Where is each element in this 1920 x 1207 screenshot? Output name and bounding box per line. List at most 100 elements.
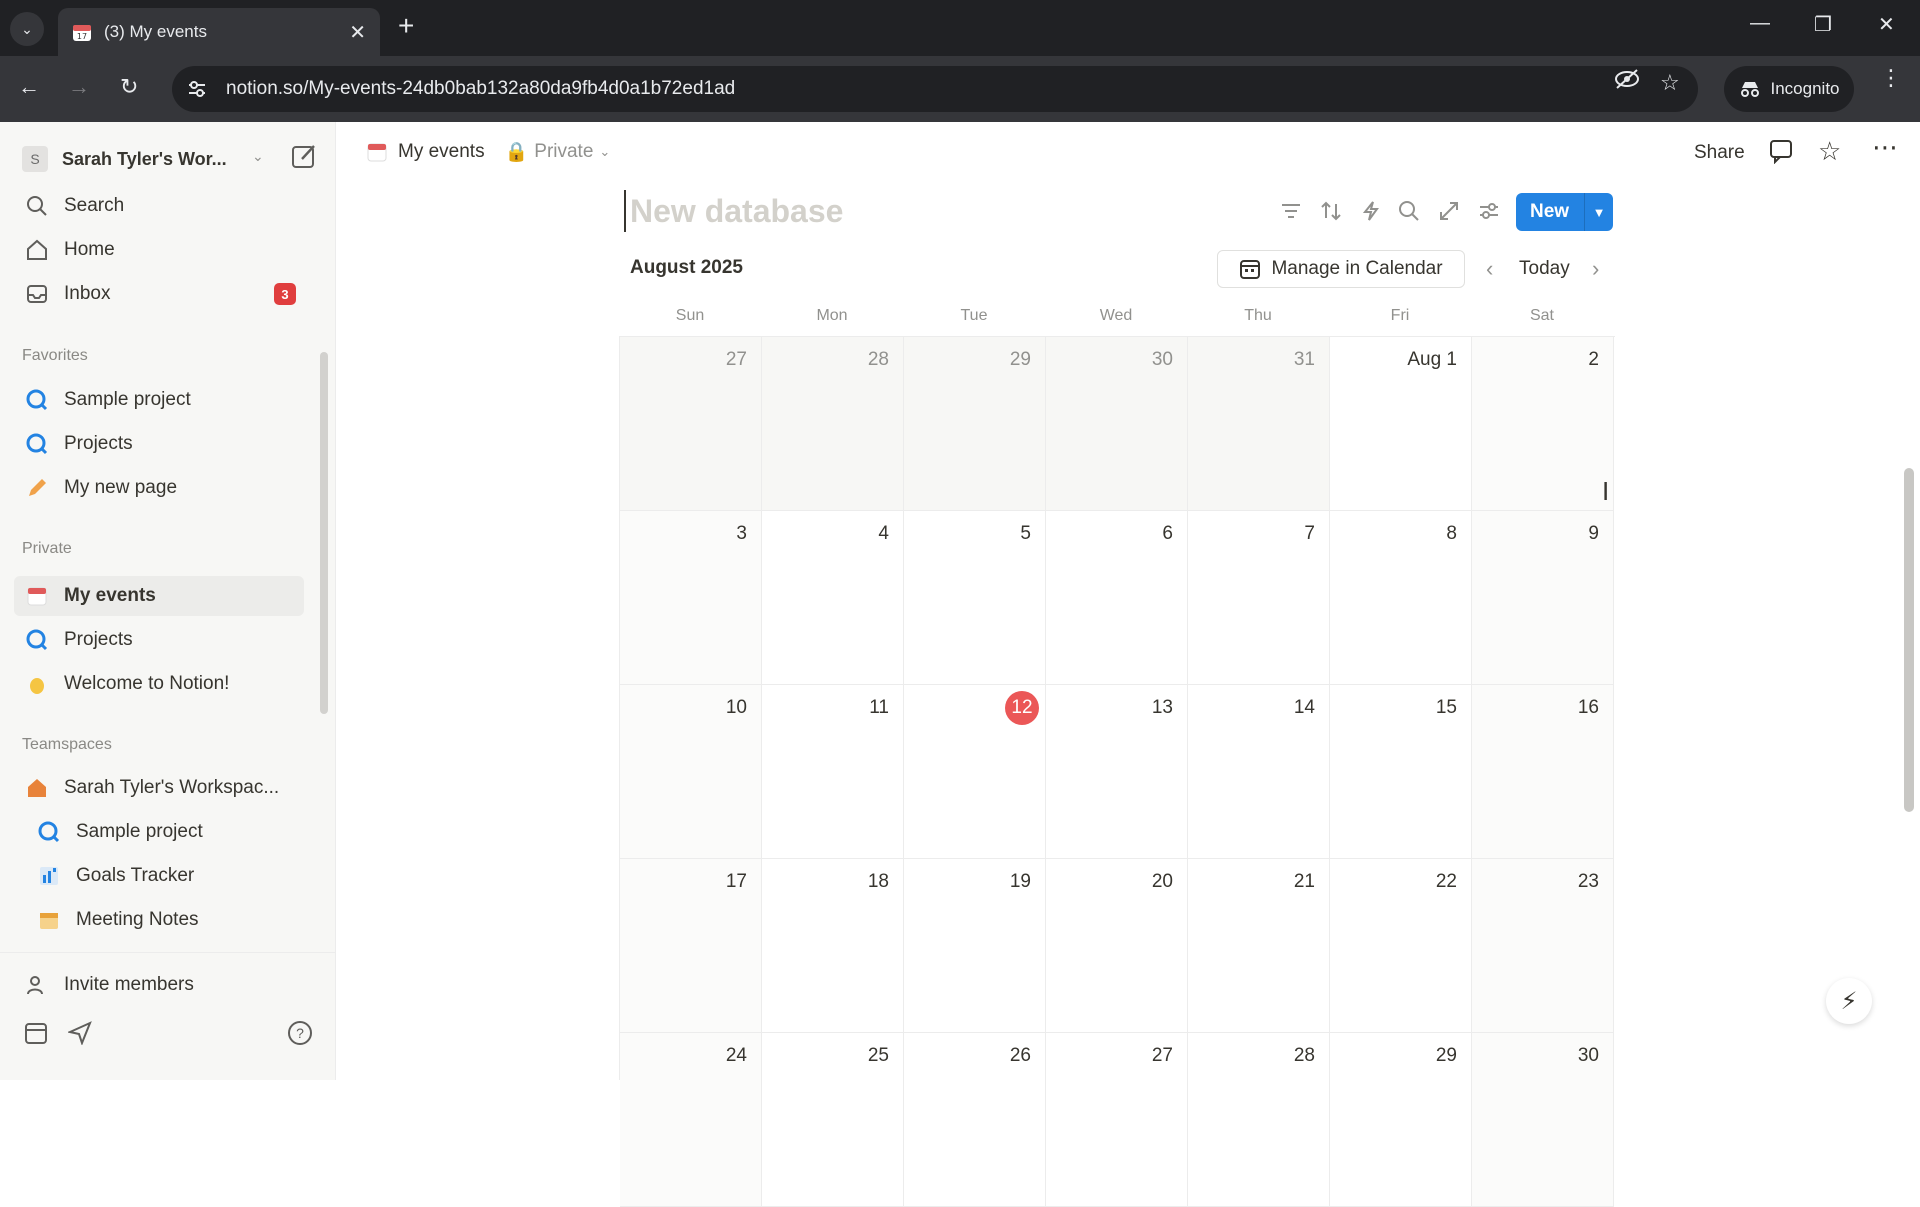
day-number: 4 <box>878 523 889 544</box>
sidebar-item-teamspace[interactable]: Sarah Tyler's Workspac... <box>14 768 304 808</box>
bookmark-star-icon[interactable]: ☆ <box>1660 70 1680 96</box>
browser-menu-icon[interactable]: ⋮ <box>1880 67 1902 89</box>
invite-members-button[interactable]: Invite members <box>14 965 304 1005</box>
workspace-switcher[interactable]: S Sarah Tyler's Wor... <box>22 142 227 176</box>
calendar-day-cell[interactable]: 25 <box>762 1033 904 1207</box>
address-bar[interactable]: notion.so/My-events-24db0bab132a80da9fb4… <box>172 66 1698 112</box>
comment-icon[interactable] <box>1768 138 1794 164</box>
sidebar-item-sample-project[interactable]: Sample project <box>14 380 304 420</box>
incognito-badge[interactable]: Incognito <box>1724 66 1854 112</box>
restore-icon[interactable]: ❐ <box>1814 12 1832 37</box>
back-icon[interactable]: ← <box>18 74 40 100</box>
calendar-day-cell[interactable]: 2 <box>1472 337 1614 511</box>
new-button[interactable]: New ▼ <box>1516 193 1613 231</box>
browser-tab[interactable]: 17 (3) My events ✕ <box>58 8 380 56</box>
calendar-day-cell[interactable]: 15 <box>1330 685 1472 859</box>
sidebar-item-label: Sample project <box>76 821 203 842</box>
calendar-day-cell[interactable]: 30 <box>1046 337 1188 511</box>
more-options-icon[interactable]: ⋯ <box>1872 132 1898 163</box>
share-button[interactable]: Share <box>1694 142 1745 164</box>
page-scrollbar[interactable] <box>1904 468 1914 812</box>
chevron-down-icon[interactable]: ▼ <box>1585 205 1613 220</box>
calendar-day-cell[interactable]: 13 <box>1046 685 1188 859</box>
calendar-day-cell[interactable]: 29 <box>1330 1033 1472 1207</box>
calendar-day-cell[interactable]: 22 <box>1330 859 1472 1033</box>
calendar-day-cell[interactable]: 4 <box>762 511 904 685</box>
calendar-day-cell[interactable]: 21 <box>1188 859 1330 1033</box>
ai-assistant-icon[interactable]: ⚡ <box>1826 978 1872 1024</box>
help-icon[interactable]: ? <box>288 1021 312 1045</box>
reload-icon[interactable]: ↻ <box>120 74 138 100</box>
sidebar-item-home[interactable]: Home <box>14 230 304 270</box>
day-number: 6 <box>1162 523 1173 544</box>
sidebar-item-projects[interactable]: Projects <box>14 424 304 464</box>
calendar-day-cell[interactable]: 14 <box>1188 685 1330 859</box>
previous-month-icon[interactable]: ‹ <box>1486 256 1493 282</box>
chevron-down-icon[interactable]: ⌄ <box>252 148 264 165</box>
calendar-day-cell[interactable]: 29 <box>904 337 1046 511</box>
sidebar-item-projects-private[interactable]: Projects <box>14 620 304 660</box>
calendar-day-cell[interactable]: 11 <box>762 685 904 859</box>
today-button[interactable]: Today <box>1519 258 1570 280</box>
database-title-input[interactable]: New database <box>624 190 843 232</box>
manage-in-calendar-button[interactable]: Manage in Calendar <box>1217 250 1465 288</box>
calendar-day-cell[interactable]: 10 <box>620 685 762 859</box>
site-settings-icon[interactable] <box>186 78 208 100</box>
calendar-day-cell[interactable]: 9 <box>1472 511 1614 685</box>
sidebar-item-my-events[interactable]: My events <box>14 576 304 616</box>
sidebar-item-welcome[interactable]: Welcome to Notion! <box>14 664 304 704</box>
calendar-day-cell[interactable]: Aug 1 <box>1330 337 1472 511</box>
calendar-day-cell[interactable]: 28 <box>1188 1033 1330 1207</box>
calendar-day-cell[interactable]: 18 <box>762 859 904 1033</box>
calendar-day-cell[interactable]: 30 <box>1472 1033 1614 1207</box>
settings-sliders-icon[interactable] <box>1478 200 1500 222</box>
calendar-app-icon[interactable] <box>24 1021 48 1045</box>
calendar-day-cell[interactable]: 8 <box>1330 511 1472 685</box>
section-heading-private: Private <box>22 540 72 557</box>
sidebar-item-goals-tracker[interactable]: Goals Tracker <box>26 856 306 896</box>
search-icon[interactable] <box>1398 200 1420 222</box>
calendar-day-cell[interactable]: 27 <box>620 337 762 511</box>
new-button-label: New <box>1530 201 1570 222</box>
favorite-star-icon[interactable]: ☆ <box>1818 136 1841 167</box>
minimize-icon[interactable]: — <box>1750 12 1770 35</box>
calendar-day-cell[interactable]: 23 <box>1472 859 1614 1033</box>
sidebar-scrollbar[interactable] <box>320 352 328 714</box>
tab-search-dropdown[interactable]: ⌄ <box>10 12 44 46</box>
calendar-day-cell[interactable]: 16 <box>1472 685 1614 859</box>
calendar-day-cell[interactable]: 20 <box>1046 859 1188 1033</box>
expand-icon[interactable] <box>1438 200 1460 222</box>
privacy-selector[interactable]: 🔒 Private ⌄ <box>505 140 611 164</box>
calendar-day-cell[interactable]: 26 <box>904 1033 1046 1207</box>
calendar-day-cell[interactable]: 28 <box>762 337 904 511</box>
new-page-icon[interactable] <box>290 142 318 170</box>
text-cursor-icon: I <box>1602 476 1610 506</box>
eye-off-icon[interactable] <box>1614 68 1640 90</box>
new-tab-button[interactable]: + <box>398 10 414 42</box>
calendar-day-cell[interactable]: 12 <box>904 685 1046 859</box>
calendar-day-cell[interactable]: 7 <box>1188 511 1330 685</box>
close-window-icon[interactable]: ✕ <box>1878 12 1895 37</box>
sort-icon[interactable] <box>1320 200 1342 222</box>
calendar-day-cell[interactable]: 19 <box>904 859 1046 1033</box>
filter-icon[interactable] <box>1280 200 1302 222</box>
automation-icon[interactable] <box>1360 200 1382 222</box>
sidebar-item-my-new-page[interactable]: My new page <box>14 468 304 508</box>
close-tab-icon[interactable]: ✕ <box>349 20 366 45</box>
next-month-icon[interactable]: › <box>1592 256 1599 282</box>
calendar-day-cell[interactable]: 6 <box>1046 511 1188 685</box>
sidebar-item-meeting-notes[interactable]: Meeting Notes <box>26 900 306 940</box>
breadcrumb[interactable]: My events 🔒 Private ⌄ <box>366 140 610 164</box>
sidebar-item-search[interactable]: Search <box>14 186 304 226</box>
calendar-day-cell[interactable]: 27 <box>1046 1033 1188 1207</box>
calendar-day-cell[interactable]: 3 <box>620 511 762 685</box>
calendar-day-cell[interactable]: 17 <box>620 859 762 1033</box>
sidebar-item-inbox[interactable]: Inbox 3 <box>14 274 304 314</box>
send-icon[interactable] <box>68 1021 92 1045</box>
forward-icon[interactable]: → <box>68 74 90 100</box>
calendar-day-cell[interactable]: 24 <box>620 1033 762 1207</box>
sidebar-item-team-sample-project[interactable]: Sample project <box>26 812 306 852</box>
calendar-day-cell[interactable]: 31 <box>1188 337 1330 511</box>
calendar-day-cell[interactable]: 5 <box>904 511 1046 685</box>
day-number: 26 <box>1009 1045 1031 1066</box>
